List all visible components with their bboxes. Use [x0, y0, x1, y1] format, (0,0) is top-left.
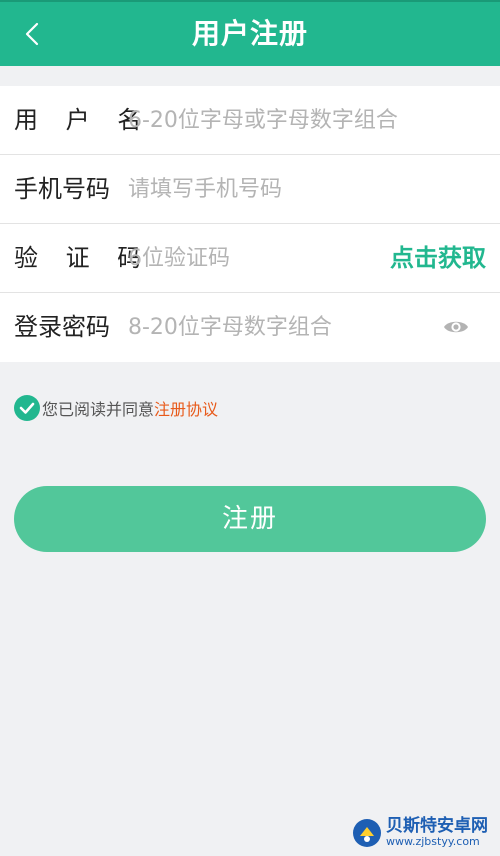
- header-bar: 用户注册: [0, 0, 500, 66]
- password-input[interactable]: [128, 307, 378, 347]
- register-form: 用 户 名 手机号码 验 证 码 点击获取 登录密码: [0, 86, 500, 362]
- watermark-url: www.zjbstyy.com: [386, 835, 480, 848]
- register-button[interactable]: 注册: [14, 486, 486, 552]
- watermark-name: 贝斯特安卓网: [386, 816, 488, 836]
- username-row: 用 户 名: [0, 86, 500, 155]
- password-row: 登录密码: [0, 293, 500, 362]
- agreement-text: 您已阅读并同意: [42, 400, 155, 419]
- phone-row: 手机号码: [0, 155, 500, 224]
- agreement-link[interactable]: 注册协议: [154, 396, 218, 420]
- username-input[interactable]: [128, 100, 483, 140]
- agreement-checkbox[interactable]: [14, 395, 40, 421]
- password-label: 登录密码: [14, 313, 110, 341]
- phone-label: 手机号码: [14, 175, 110, 203]
- page-title: 用户注册: [191, 17, 308, 50]
- code-row: 验 证 码 点击获取: [0, 224, 500, 293]
- check-icon: [19, 402, 35, 414]
- get-code-button[interactable]: 点击获取: [390, 224, 486, 293]
- watermark: 贝斯特安卓网 www.zjbstyy.com: [352, 817, 488, 848]
- watermark-logo-icon: [353, 818, 381, 847]
- eye-icon[interactable]: [442, 313, 470, 341]
- phone-input[interactable]: [128, 169, 483, 209]
- agreement-row: 您已阅读并同意 注册协议: [14, 394, 218, 422]
- code-input[interactable]: [128, 238, 378, 278]
